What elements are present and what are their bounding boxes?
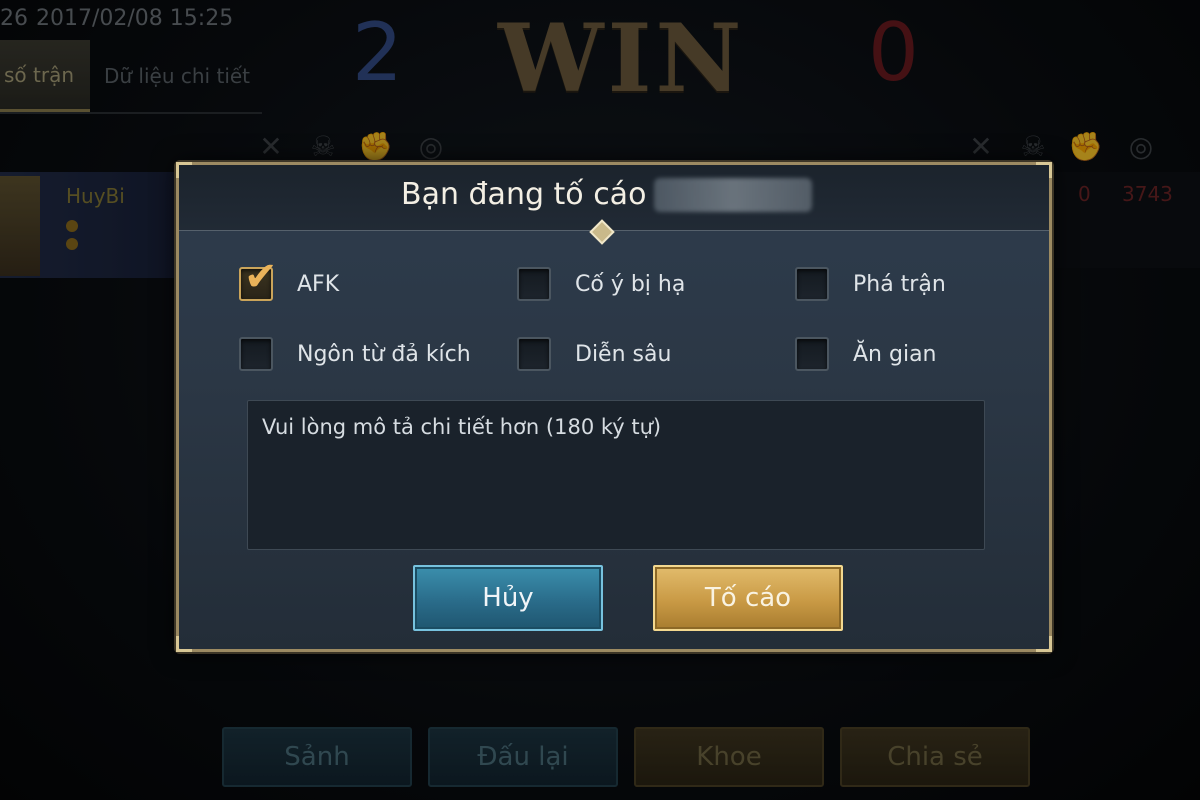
option-trolling[interactable]: Diễn sâu bbox=[517, 337, 671, 371]
checkbox-griefing[interactable] bbox=[795, 267, 829, 301]
option-label: AFK bbox=[297, 271, 340, 297]
checkbox-intentional-feeding[interactable] bbox=[517, 267, 551, 301]
report-description-input[interactable] bbox=[247, 400, 985, 550]
reported-player-name-redacted bbox=[654, 177, 813, 212]
checkbox-afk[interactable]: ✔ bbox=[239, 257, 278, 301]
checkbox-cheating[interactable] bbox=[795, 337, 829, 371]
option-label: Cố ý bị hạ bbox=[575, 271, 686, 297]
option-label: Phá trận bbox=[853, 271, 946, 297]
option-cheating[interactable]: Ăn gian bbox=[795, 337, 937, 371]
frame-corner bbox=[176, 636, 192, 652]
option-griefing[interactable]: Phá trận bbox=[795, 267, 946, 301]
checkbox-abusive-language[interactable] bbox=[239, 337, 273, 371]
checkbox-trolling[interactable] bbox=[517, 337, 551, 371]
cancel-button[interactable]: Hủy bbox=[413, 565, 603, 631]
report-player-dialog: Bạn đang tố cáo ✔ AFK Cố ý bị hạ Phá trậ… bbox=[176, 162, 1052, 652]
frame-corner bbox=[1036, 636, 1052, 652]
option-label: Diễn sâu bbox=[575, 341, 672, 367]
option-intentional-feeding[interactable]: Cố ý bị hạ bbox=[517, 267, 685, 301]
dialog-title: Bạn đang tố cáo bbox=[401, 177, 647, 212]
option-label: Ăn gian bbox=[853, 341, 937, 367]
checkmark-icon: ✔ bbox=[244, 254, 278, 300]
option-label: Ngôn từ đả kích bbox=[297, 341, 471, 367]
option-afk[interactable]: ✔ AFK bbox=[239, 257, 340, 301]
option-abusive-language[interactable]: Ngôn từ đả kích bbox=[239, 337, 471, 371]
dialog-header: Bạn đang tố cáo bbox=[179, 165, 1049, 231]
submit-report-button[interactable]: Tố cáo bbox=[653, 565, 843, 631]
